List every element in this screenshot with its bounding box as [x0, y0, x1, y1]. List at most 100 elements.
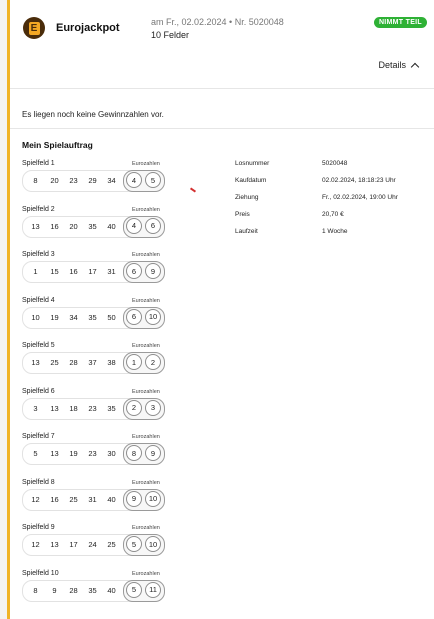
number-ball: 38: [103, 354, 120, 371]
number-ball: 28: [65, 354, 82, 371]
euro-numbers-group: 89: [123, 443, 165, 465]
numbers-row: 1 15 16 17 31 6 9: [22, 261, 165, 283]
playfield-label: Spielfeld 6: [22, 387, 55, 395]
numbers-row: 13 16 20 35 40 4 6: [22, 215, 165, 238]
number-ball: 34: [65, 308, 82, 326]
number-ball: 13: [27, 217, 44, 235]
euro-numbers-label: Eurozahlen: [132, 252, 160, 258]
euro-numbers-group: 5 11: [123, 579, 165, 602]
playfield-label: Spielfeld 4: [22, 296, 55, 304]
number-ball: 17: [84, 263, 101, 280]
info-row: Laufzeit 1 Woche: [235, 228, 348, 235]
number-ball: 13: [46, 536, 63, 553]
euro-ball: 11: [145, 581, 161, 598]
euro-ball: 6: [145, 217, 161, 234]
euro-ball: 5: [126, 581, 142, 598]
number-ball: 37: [84, 354, 101, 371]
euro-numbers-label: Eurozahlen: [132, 297, 160, 304]
number-ball: 23: [84, 445, 101, 462]
product-name: Eurojackpot: [56, 22, 120, 34]
number-ball: 25: [103, 536, 120, 553]
euro-ball: 3: [145, 399, 161, 416]
number-ball: 17: [65, 536, 82, 553]
playfield-label: Spielfeld 9: [22, 524, 55, 531]
euro-numbers-group: 5 10: [123, 534, 165, 556]
number-ball: 28: [65, 581, 82, 599]
number-ball: 31: [84, 490, 101, 508]
number-ball: 20: [46, 172, 63, 189]
euro-ball: 4: [126, 172, 142, 188]
numbers-row: 8 9 28 35 40 5 11: [22, 579, 165, 602]
numbers-row: 3 13 18 23 35 2 3: [22, 397, 165, 420]
number-ball: 8: [27, 581, 44, 599]
number-ball: 40: [103, 490, 120, 508]
draw-info: am Fr., 02.02.2024 • Nr. 5020048: [151, 17, 284, 27]
euro-numbers-group: 12: [123, 352, 165, 374]
number-ball: 3: [27, 399, 44, 417]
euro-ball: 2: [145, 354, 161, 370]
numbers-row: 13 25 28 37 38 1 2: [22, 352, 165, 374]
numbers-row: 8 20 23 29 34 4 5: [22, 170, 165, 192]
euro-numbers-group: 6 10: [123, 306, 165, 329]
number-ball: 12: [27, 490, 44, 508]
number-ball: 35: [84, 581, 101, 599]
number-ball: 15: [46, 263, 63, 280]
number-ball: 35: [84, 308, 101, 326]
number-ball: 19: [46, 308, 63, 326]
playfield-label: Spielfeld 7: [22, 433, 55, 440]
playfield-label: Spielfeld 3: [22, 251, 55, 258]
divider: [10, 128, 434, 129]
number-ball: 23: [65, 172, 82, 189]
number-ball: 16: [65, 263, 82, 280]
number-ball: 40: [103, 581, 120, 599]
euro-numbers-label: Eurozahlen: [132, 161, 160, 167]
euro-ball: 10: [145, 536, 161, 552]
number-ball: 12: [27, 536, 44, 553]
number-ball: 13: [46, 445, 63, 462]
chevron-up-icon: [410, 62, 420, 71]
euro-numbers-group: 9 10: [123, 488, 165, 511]
details-label: Details: [378, 60, 406, 70]
number-ball: 24: [84, 536, 101, 553]
euro-numbers-label: Eurozahlen: [132, 434, 160, 440]
playfield-label: Spielfeld 1: [22, 160, 55, 167]
left-accent-bar: [0, 0, 10, 619]
euro-numbers-label: Eurozahlen: [132, 206, 160, 213]
number-ball: 13: [27, 354, 44, 371]
euro-numbers-label: Eurozahlen: [132, 479, 160, 486]
euro-ball: 8: [126, 445, 142, 461]
euro-ball: 6: [126, 308, 142, 325]
numbers-row: 10 19 34 35 50 6 10: [22, 306, 165, 329]
number-ball: 5: [27, 445, 44, 462]
euro-numbers-label: Eurozahlen: [132, 343, 160, 349]
euro-ball: 10: [145, 308, 161, 325]
numbers-row: 12 16 25 31 40 9 10: [22, 488, 165, 511]
number-ball: 35: [103, 399, 120, 417]
euro-numbers-group: 69: [123, 261, 165, 283]
fields-count: 10 Felder: [151, 30, 190, 40]
number-ball: 18: [65, 399, 82, 417]
euro-ball: 10: [145, 490, 161, 507]
playfield-label: Spielfeld 8: [22, 478, 55, 486]
number-ball: 16: [46, 217, 63, 235]
number-ball: 29: [84, 172, 101, 189]
info-row: Preis 20,70 €: [235, 211, 344, 218]
no-results-message: Es liegen noch keine Gewinnzahlen vor.: [22, 110, 164, 119]
number-ball: 19: [65, 445, 82, 462]
euro-ball: 9: [126, 490, 142, 507]
euro-numbers-group: 46: [123, 215, 165, 238]
euro-ball: 2: [126, 399, 142, 416]
euro-numbers-group: 23: [123, 397, 165, 420]
euro-numbers-label: Eurozahlen: [132, 525, 160, 531]
number-ball: 20: [65, 217, 82, 235]
details-toggle-button[interactable]: Details: [378, 60, 420, 71]
status-badge: NIMMT TEIL: [373, 17, 427, 28]
number-ball: 16: [46, 490, 63, 508]
euro-numbers-group: 45: [123, 170, 165, 192]
numbers-row: 12 13 17 24 25 5 10: [22, 534, 165, 556]
playfield-label: Spielfeld 2: [22, 205, 55, 213]
number-ball: 25: [46, 354, 63, 371]
number-ball: 1: [27, 263, 44, 280]
euro-ball: 6: [126, 263, 142, 279]
euro-ball: 4: [126, 217, 142, 234]
